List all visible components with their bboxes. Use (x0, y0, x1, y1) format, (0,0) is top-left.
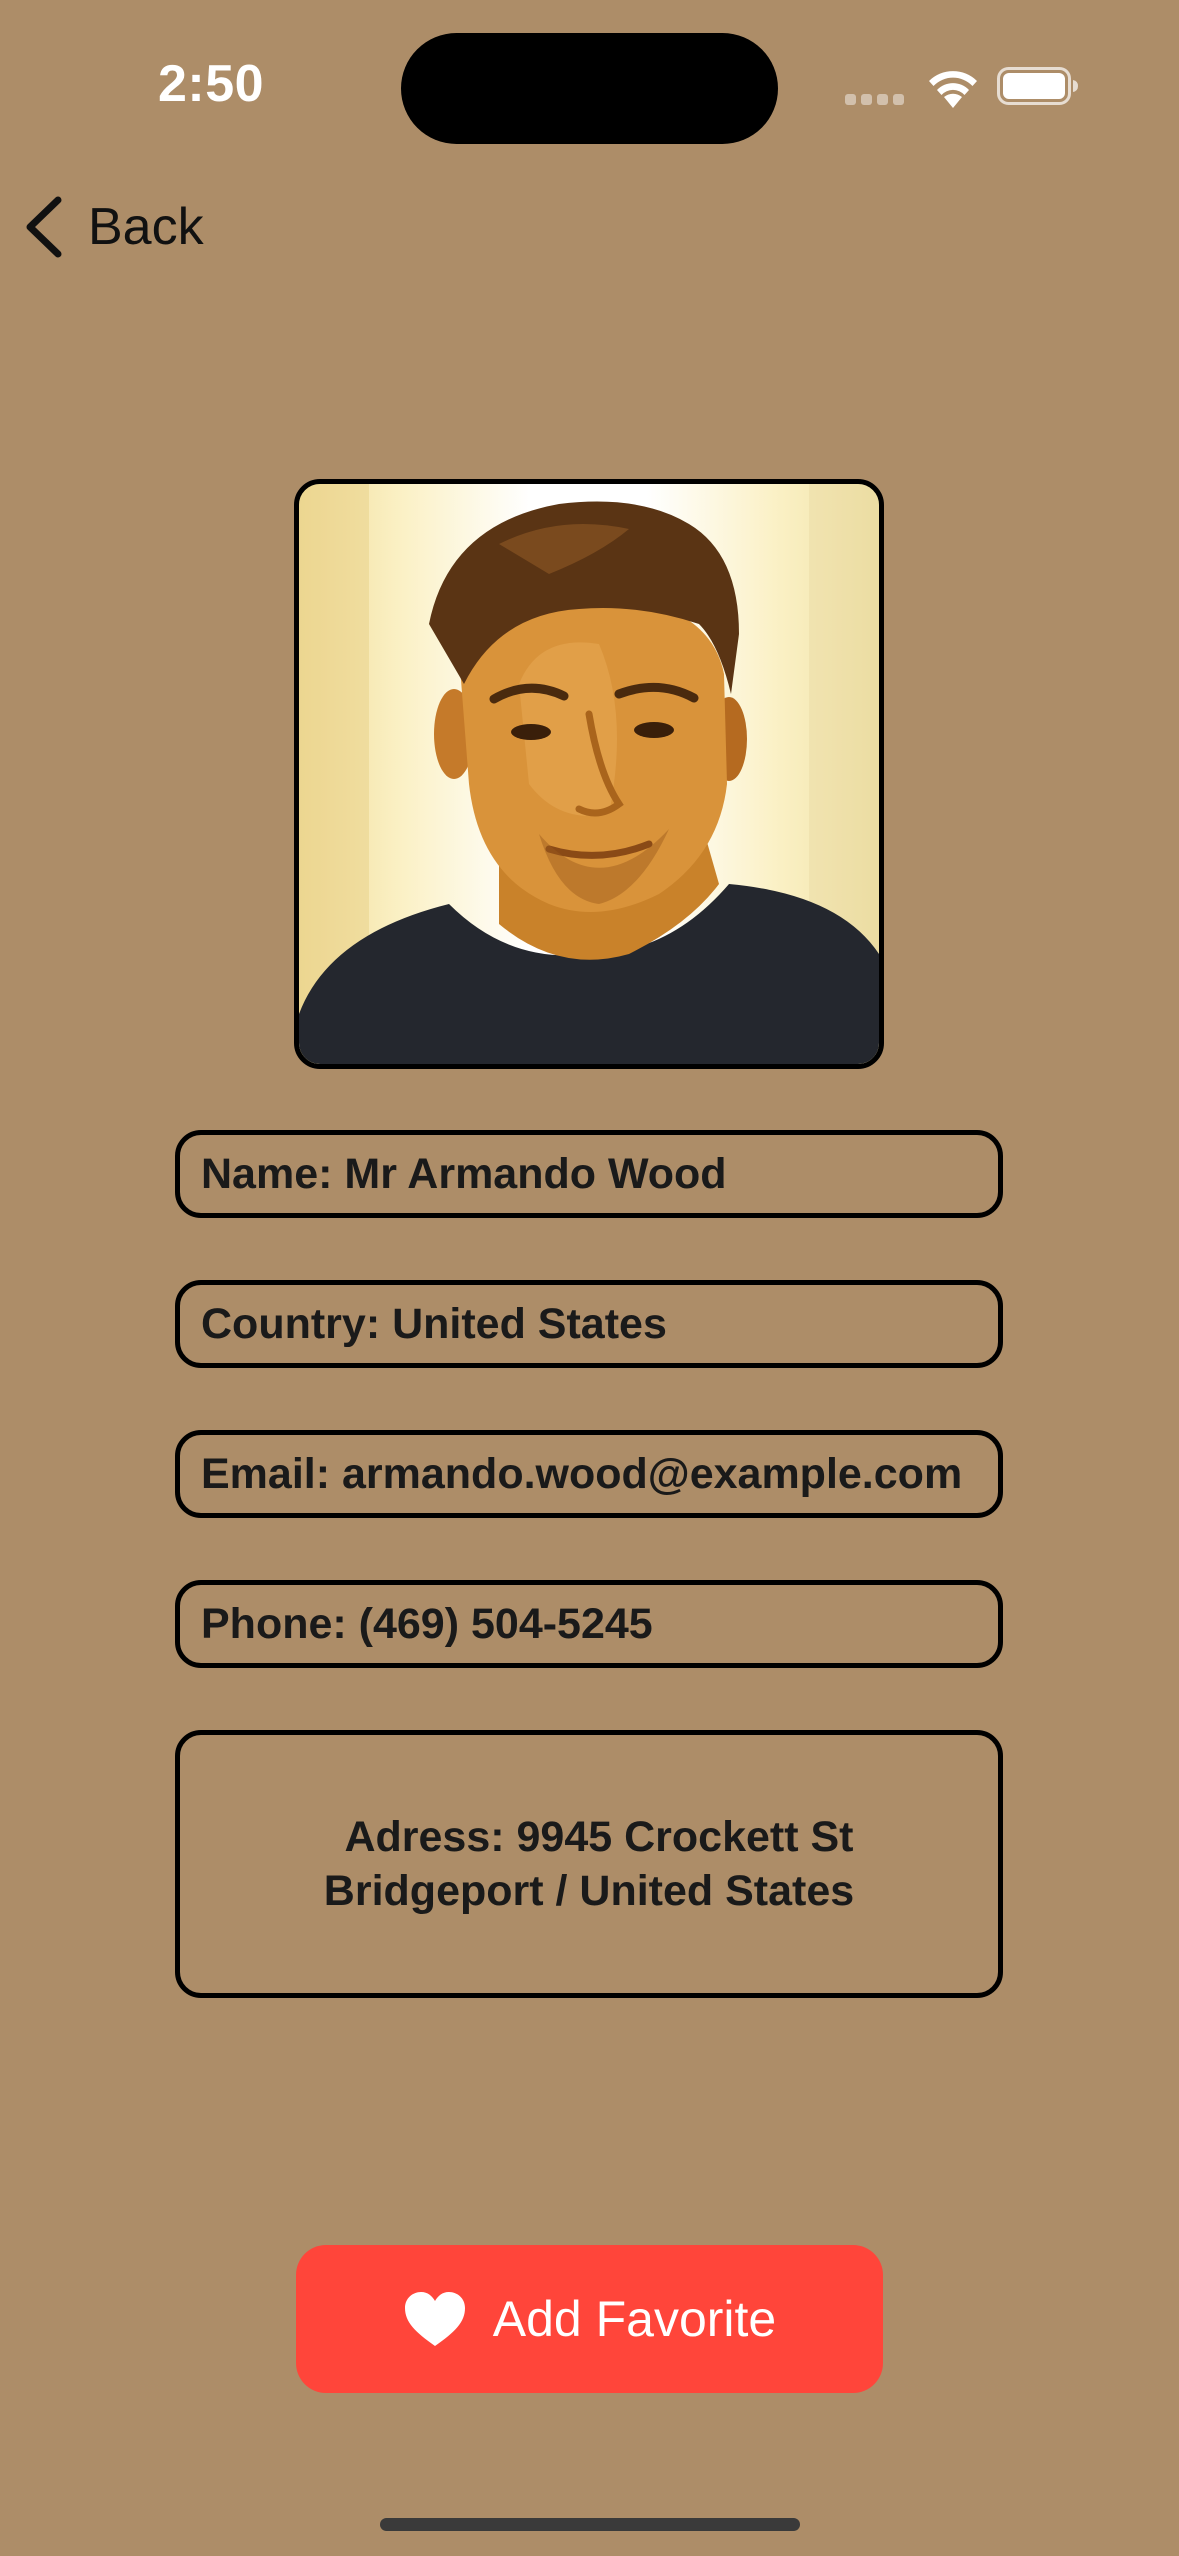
name-field: Name: Mr Armando Wood (175, 1130, 1003, 1218)
email-field: Email: armando.wood@example.com (175, 1430, 1003, 1518)
phone-field: Phone: (469) 504-5245 (175, 1580, 1003, 1668)
home-indicator[interactable] (380, 2518, 800, 2531)
status-time: 2:50 (158, 55, 265, 113)
add-favorite-button[interactable]: Add Favorite (296, 2245, 883, 2393)
country-field: Country: United States (175, 1280, 1003, 1368)
back-button-label: Back (88, 198, 204, 256)
profile-photo (294, 479, 884, 1069)
address-line-2: Bridgeport / United States (323, 1867, 855, 1915)
chevron-left-icon (26, 196, 62, 258)
dynamic-island (401, 33, 778, 144)
cellular-signal-icon (845, 94, 905, 106)
wifi-icon (929, 71, 977, 108)
add-favorite-label: Add Favorite (492, 2291, 777, 2347)
heart-icon (404, 2292, 465, 2346)
address-line-1: Adress: 9945 Crockett St (344, 1813, 854, 1861)
address-field: Adress: 9945 Crockett St Bridgeport / Un… (175, 1730, 1003, 1998)
back-button[interactable]: Back (22, 192, 204, 262)
battery-icon (997, 67, 1078, 105)
